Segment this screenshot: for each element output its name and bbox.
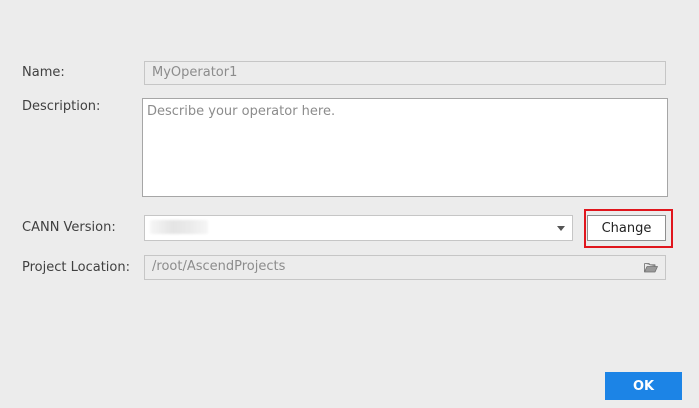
project-location-label: Project Location: [22,260,130,275]
folder-open-icon[interactable] [644,262,658,273]
cann-version-value-redacted [150,220,208,234]
cann-version-select[interactable] [144,215,573,241]
description-label: Description: [22,99,101,114]
change-button[interactable]: Change [587,215,666,241]
description-textarea[interactable] [142,98,668,197]
name-field[interactable]: MyOperator1 [144,61,666,85]
project-location-field[interactable]: /root/AscendProjects [144,255,666,280]
ok-button[interactable]: OK [605,372,682,400]
name-label: Name: [22,65,65,80]
project-location-value: /root/AscendProjects [152,259,286,274]
cann-version-label: CANN Version: [22,220,116,235]
chevron-down-icon [557,226,565,231]
